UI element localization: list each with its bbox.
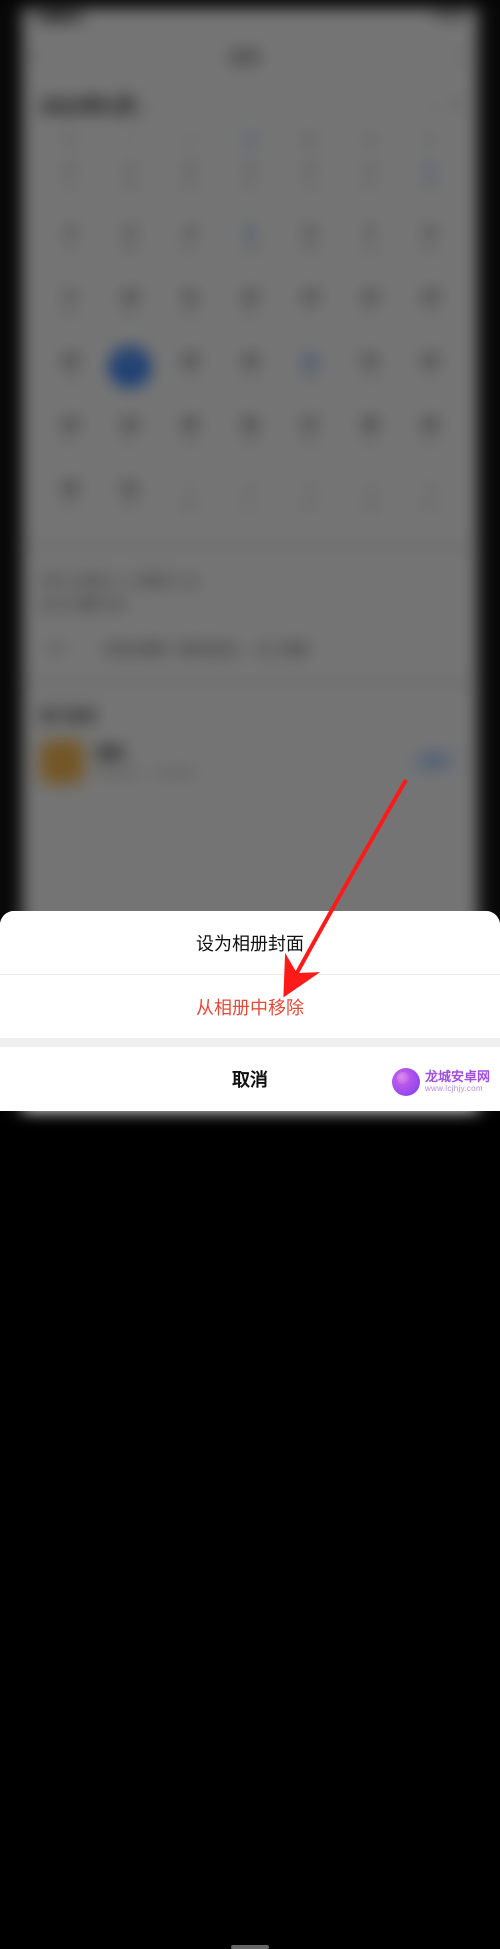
watermark: 龙城安卓网 www.lcjhjy.com: [392, 1068, 490, 1096]
remove-from-album-button[interactable]: 从相册中移除: [0, 975, 500, 1039]
watermark-logo-icon: [392, 1068, 420, 1096]
watermark-text-en: www.lcjhjy.com: [425, 1085, 490, 1094]
modal-overlay[interactable]: [0, 0, 500, 912]
watermark-text-cn: 龙城安卓网: [425, 1070, 490, 1084]
sheet-handle: [231, 1945, 269, 1949]
set-album-cover-button[interactable]: 设为相册封面: [0, 911, 500, 975]
